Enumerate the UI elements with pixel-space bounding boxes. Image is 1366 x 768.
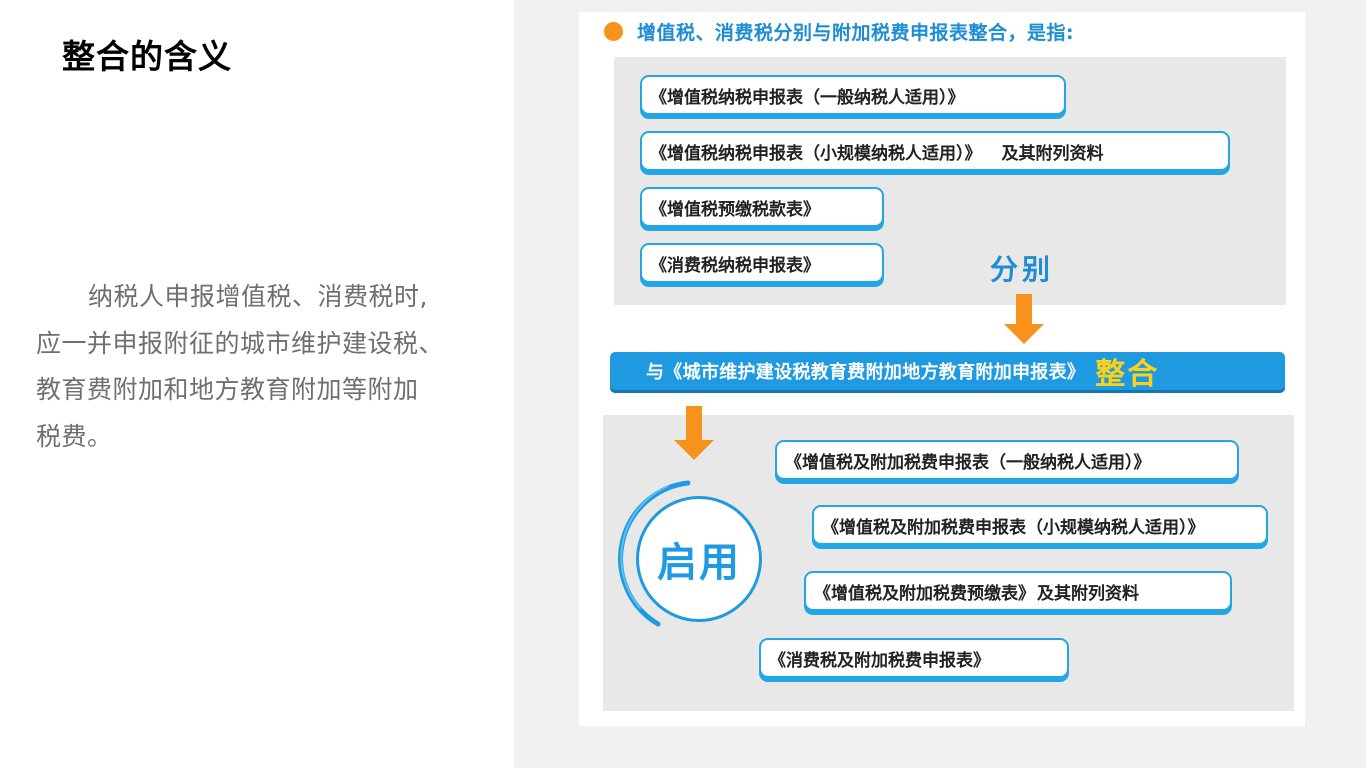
- merge-highlight: 整合: [1095, 357, 1160, 392]
- form-extra-label: 及其附列资料: [1037, 583, 1139, 604]
- body-paragraph: 纳税人申报增值税、消费税时, 应一并申报附征的城市维护建设税、 教育费附加和地方…: [36, 274, 491, 460]
- merge-bar-text: 与《城市维护建设税教育费附加地方教育附加申报表》: [646, 362, 1086, 383]
- form-label: 《增值税及附加税费预缴表》: [814, 583, 1035, 604]
- left-panel: 整合的含义 纳税人申报增值税、消费税时, 应一并申报附征的城市维护建设税、 教育…: [0, 0, 514, 768]
- body-line-4: 税费。: [36, 421, 113, 451]
- form-extra-label: 及其附列资料: [1001, 143, 1104, 164]
- bullet-dot-icon: [604, 21, 623, 41]
- new-form-prepayment: 《增值税及附加税费预缴表》 及其附列资料: [804, 571, 1232, 611]
- form-label: 《增值税纳税申报表（一般纳税人适用）》: [650, 87, 965, 108]
- diagram-heading: 增值税、消费税分别与附加税费申报表整合，是指:: [604, 16, 1074, 46]
- new-form-general: 《增值税及附加税费申报表（一般纳税人适用）》: [775, 440, 1239, 480]
- new-form-small-scale: 《增值税及附加税费申报表（小规模纳税人适用）》: [812, 505, 1268, 545]
- old-form-small-scale: 《增值税纳税申报表（小规模纳税人适用）》 及其附列资料: [640, 131, 1230, 171]
- merge-bar: 与《城市维护建设税教育费附加地方教育附加申报表》 整合: [610, 352, 1285, 392]
- old-form-prepayment: 《增值税预缴税款表》: [640, 187, 884, 227]
- down-arrow-icon: [1004, 294, 1044, 346]
- old-form-consumption: 《消费税纳税申报表》: [640, 243, 884, 283]
- form-label: 《增值税及附加税费申报表（一般纳税人适用）》: [785, 452, 1151, 473]
- body-line-1: 纳税人申报增值税、消费税时,: [88, 282, 428, 311]
- body-line-2: 应一并申报附征的城市维护建设税、: [36, 328, 445, 358]
- form-label: 《增值税及附加税费申报表（小规模纳税人适用）》: [822, 517, 1205, 538]
- diagram-heading-text: 增值税、消费税分别与附加税费申报表整合，是指:: [637, 21, 1075, 44]
- separately-label: 分别: [990, 253, 1055, 286]
- form-label: 《消费税及附加税费申报表》: [769, 650, 990, 671]
- enable-circle-inner: 启用: [636, 496, 762, 622]
- enable-circle: 启用: [618, 478, 780, 640]
- down-arrow-icon: [674, 406, 714, 462]
- enable-label: 启用: [657, 540, 741, 586]
- form-label: 《消费税纳税申报表》: [650, 255, 820, 276]
- form-label: 《增值税预缴税款表》: [650, 199, 820, 220]
- new-form-consumption: 《消费税及附加税费申报表》: [759, 638, 1069, 678]
- old-form-general: 《增值税纳税申报表（一般纳税人适用）》: [640, 75, 1066, 115]
- body-line-3: 教育费附加和地方教育附加等附加: [36, 375, 419, 404]
- form-label: 《增值税纳税申报表（小规模纳税人适用）》: [650, 143, 982, 164]
- slide-title: 整合的含义: [62, 37, 232, 76]
